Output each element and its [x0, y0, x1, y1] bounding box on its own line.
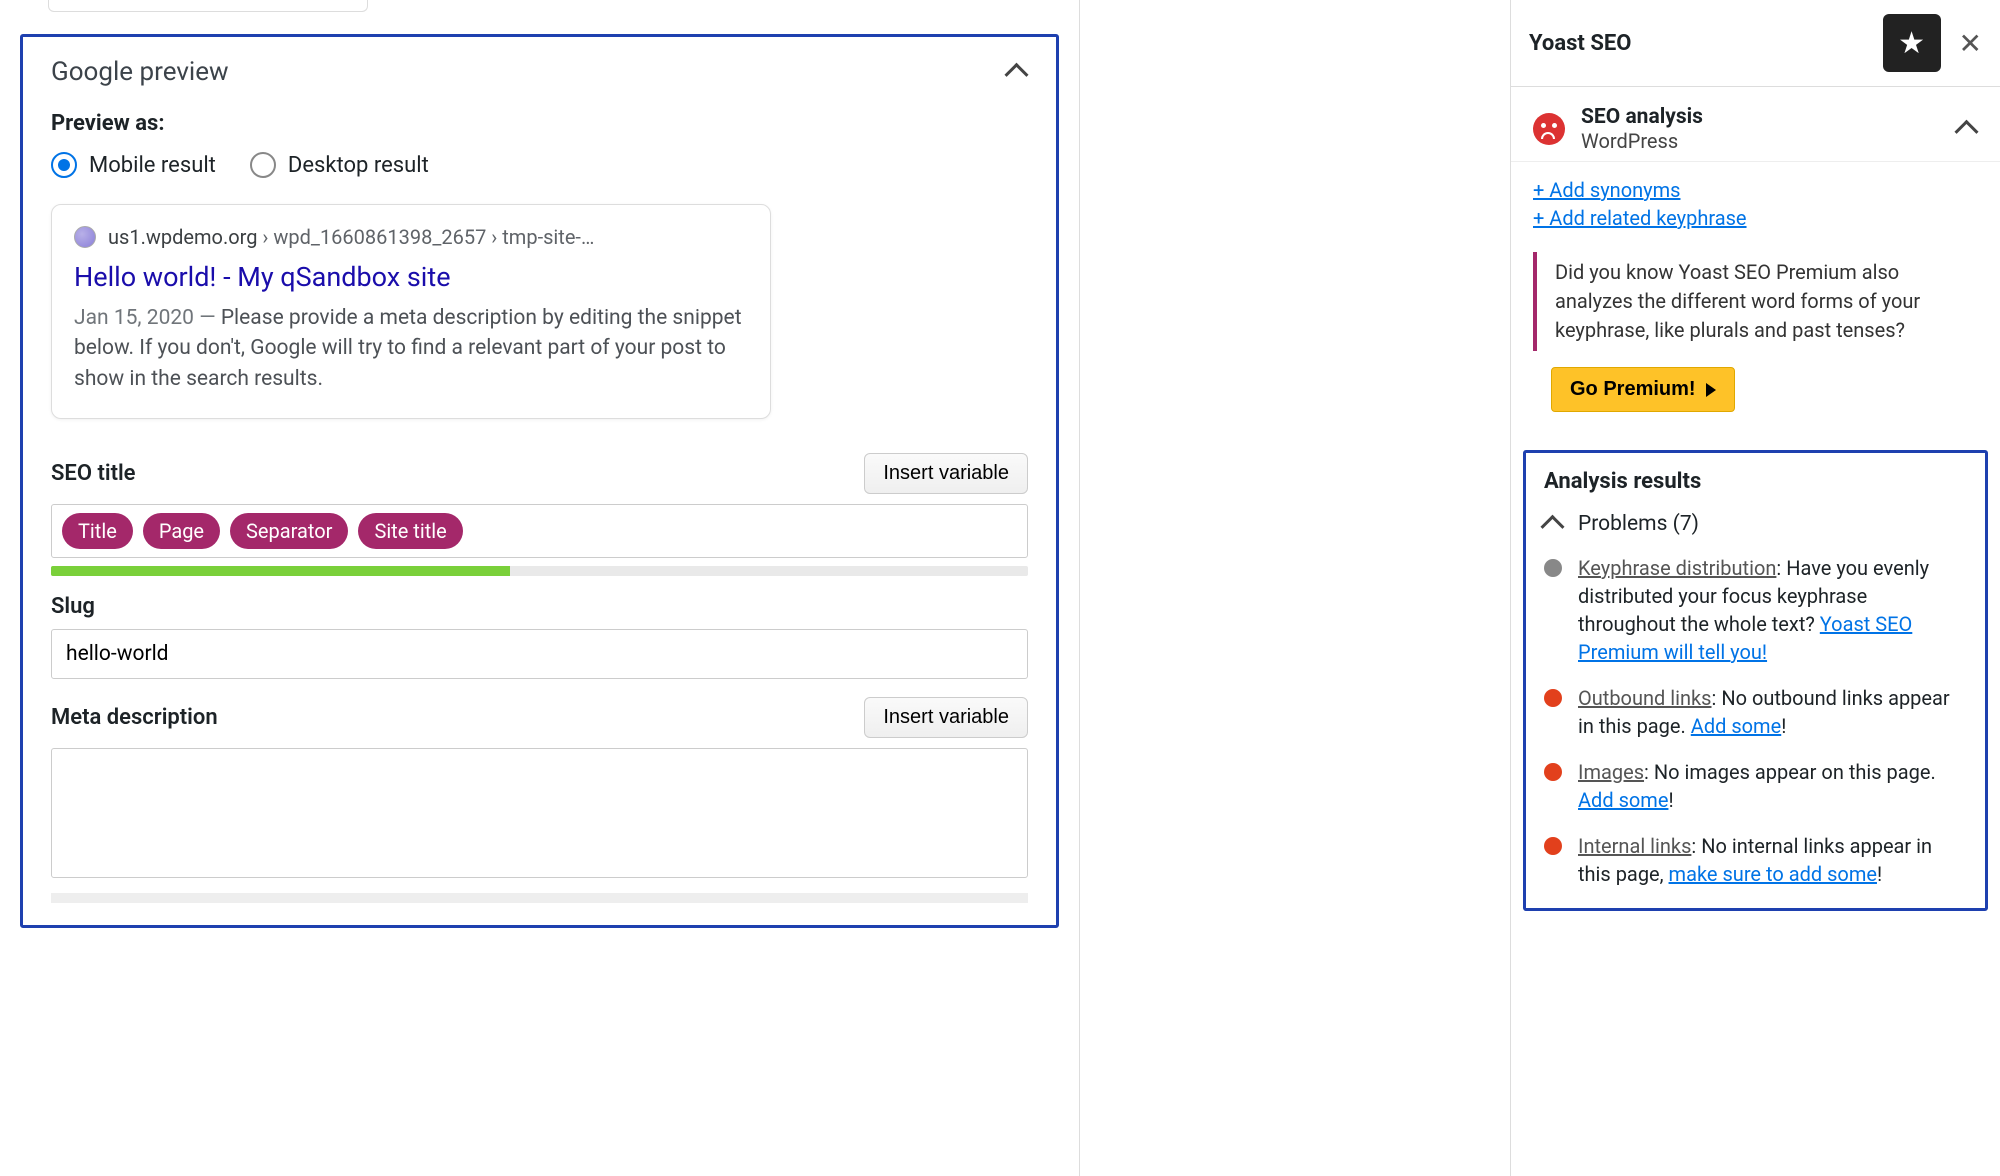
- snippet-separator: —: [194, 306, 221, 330]
- preview-as-label: Preview as:: [51, 111, 1028, 136]
- chip-title[interactable]: Title: [62, 513, 133, 549]
- issue-images: Images: No images appear on this page. A…: [1544, 758, 1967, 814]
- seo-analysis-title: SEO analysis: [1581, 105, 1703, 129]
- snippet-domain: us1.wpdemo.org: [108, 225, 257, 249]
- analysis-results-panel: Analysis results Problems (7) Keyphrase …: [1523, 450, 1988, 911]
- meta-description-label: Meta description: [51, 705, 218, 730]
- premium-promo-text: Did you know Yoast SEO Premium also anal…: [1533, 252, 1978, 351]
- go-premium-button[interactable]: Go Premium!: [1551, 367, 1735, 412]
- snippet-path: › wpd_1660861398_2657 › tmp-site-…: [257, 225, 594, 249]
- insert-variable-button-title[interactable]: Insert variable: [864, 453, 1028, 494]
- progress-fill: [51, 566, 510, 576]
- chip-site-title[interactable]: Site title: [358, 513, 462, 549]
- chevron-up-icon: [1544, 514, 1564, 534]
- radio-icon: [51, 152, 77, 178]
- snippet-date: Jan 15, 2020: [74, 306, 194, 330]
- bullet-icon: [1544, 763, 1562, 781]
- issue-name[interactable]: Images: [1578, 760, 1644, 784]
- add-related-keyphrase-link[interactable]: + Add related keyphrase: [1533, 206, 1978, 230]
- chevron-up-icon: [1958, 119, 1978, 139]
- seo-title-progress: [51, 566, 1028, 576]
- radio-mobile-label: Mobile result: [89, 153, 216, 178]
- issue-name[interactable]: Outbound links: [1578, 686, 1712, 710]
- bullet-icon: [1544, 559, 1562, 577]
- add-synonyms-link[interactable]: + Add synonyms: [1533, 178, 1978, 202]
- radio-desktop-label: Desktop result: [288, 153, 429, 178]
- chip-separator[interactable]: Separator: [230, 513, 348, 549]
- sad-face-icon: [1533, 113, 1565, 145]
- seo-analysis-keyword: WordPress: [1581, 129, 1703, 153]
- preview-mode-radio-group: Mobile result Desktop result: [51, 152, 1028, 178]
- slug-label: Slug: [51, 594, 95, 619]
- issue-name[interactable]: Keyphrase distribution: [1578, 556, 1776, 580]
- sidebar-title: Yoast SEO: [1529, 31, 1631, 56]
- radio-desktop-result[interactable]: Desktop result: [250, 152, 429, 178]
- collapsed-panel-edge: [48, 0, 368, 12]
- triangle-right-icon: [1706, 383, 1716, 397]
- problems-list: Keyphrase distribution: Have you evenly …: [1544, 554, 1967, 888]
- issue-keyphrase-distribution: Keyphrase distribution: Have you evenly …: [1544, 554, 1967, 666]
- chevron-up-icon[interactable]: [1008, 62, 1028, 82]
- radio-mobile-result[interactable]: Mobile result: [51, 152, 216, 178]
- issue-link[interactable]: Add some: [1578, 788, 1668, 812]
- seo-title-input[interactable]: Title Page Separator Site title: [51, 504, 1028, 558]
- seo-title-label: SEO title: [51, 461, 136, 486]
- search-snippet-preview: us1.wpdemo.org › wpd_1660861398_2657 › t…: [51, 204, 771, 419]
- seo-analysis-toggle[interactable]: SEO analysis WordPress: [1533, 105, 1978, 153]
- snippet-title: Hello world! - My qSandbox site: [74, 261, 748, 293]
- bullet-icon: [1544, 689, 1562, 707]
- meta-description-progress: [51, 893, 1028, 903]
- snippet-body: Jan 15, 2020 — Please provide a meta des…: [74, 303, 748, 394]
- insert-variable-button-meta[interactable]: Insert variable: [864, 697, 1028, 738]
- google-preview-panel: Google preview Preview as: Mobile result…: [20, 34, 1059, 928]
- globe-icon: [74, 226, 96, 248]
- issue-link[interactable]: make sure to add some: [1669, 862, 1877, 886]
- meta-description-input[interactable]: [51, 748, 1028, 878]
- go-premium-label: Go Premium!: [1570, 378, 1696, 401]
- google-preview-title: Google preview: [51, 57, 229, 87]
- radio-icon: [250, 152, 276, 178]
- issue-internal-links: Internal links: No internal links appear…: [1544, 832, 1967, 888]
- problems-toggle[interactable]: Problems (7): [1544, 512, 1967, 536]
- slug-input[interactable]: [51, 629, 1028, 679]
- chip-page[interactable]: Page: [143, 513, 220, 549]
- analysis-results-heading: Analysis results: [1544, 469, 1967, 494]
- issue-outbound-links: Outbound links: No outbound links appear…: [1544, 684, 1967, 740]
- yoast-sidebar: Yoast SEO ★ ✕ SEO analysis WordPress + A…: [1510, 0, 2000, 1176]
- issue-link[interactable]: Add some: [1691, 714, 1781, 738]
- bullet-icon: [1544, 837, 1562, 855]
- issue-name[interactable]: Internal links: [1578, 834, 1691, 858]
- close-icon[interactable]: ✕: [1959, 27, 1982, 60]
- star-icon[interactable]: ★: [1883, 14, 1941, 72]
- problems-label: Problems (7): [1578, 512, 1699, 536]
